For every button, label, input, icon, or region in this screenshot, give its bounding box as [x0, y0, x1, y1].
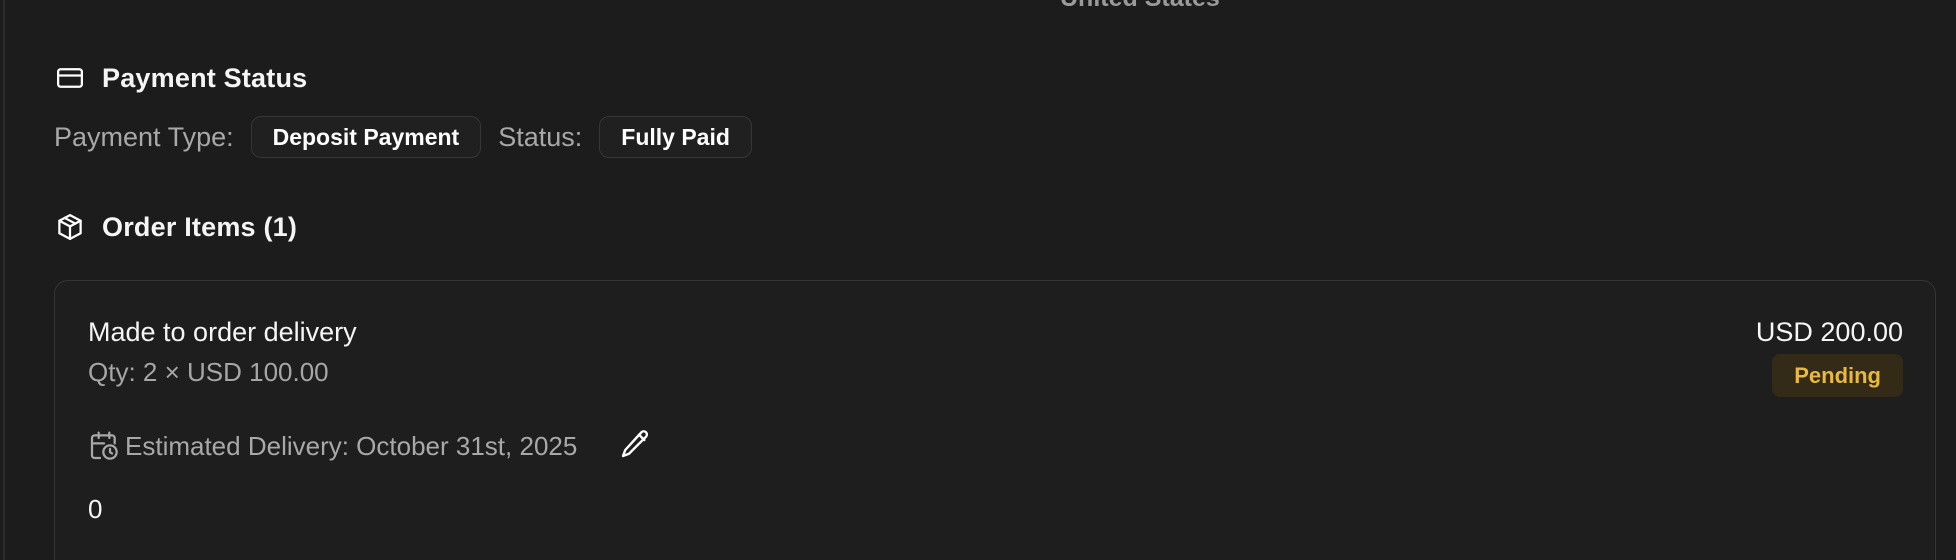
payment-type-badge: Deposit Payment: [250, 116, 482, 158]
package-icon: [54, 211, 86, 243]
order-details-panel: United States Payment Status Payment Typ…: [0, 0, 1956, 560]
payment-type-label: Payment Type:: [54, 121, 234, 152]
calendar-clock-icon: [88, 430, 120, 462]
item-quantity: Qty: 2 × USD 100.00: [88, 357, 329, 387]
payment-status-header: Payment Status: [54, 62, 307, 94]
estimated-delivery-text: Estimated Delivery: October 31st, 2025: [125, 430, 578, 461]
item-name: Made to order delivery: [88, 317, 357, 347]
status-label: Status:: [498, 121, 583, 152]
item-extra-value: 0: [88, 494, 103, 524]
left-divider: [3, 0, 5, 560]
estimated-delivery-row: Estimated Delivery: October 31st, 2025: [88, 426, 653, 466]
payment-status-row: Payment Type: Deposit Payment Status: Fu…: [54, 115, 752, 159]
item-total-price: USD 200.00: [1755, 317, 1903, 347]
credit-card-icon: [54, 62, 86, 94]
order-items-header: Order Items (1): [54, 211, 297, 243]
payment-status-badge: Fully Paid: [599, 116, 752, 158]
order-item-card: Made to order delivery Qty: 2 × USD 100.…: [54, 280, 1936, 560]
payment-status-title: Payment Status: [102, 62, 308, 93]
shipping-country-text: United States: [1060, 0, 1220, 13]
item-status-badge: Pending: [1772, 354, 1903, 397]
pencil-icon: [619, 428, 651, 465]
edit-delivery-button[interactable]: [617, 428, 653, 464]
order-items-title: Order Items (1): [102, 211, 298, 242]
